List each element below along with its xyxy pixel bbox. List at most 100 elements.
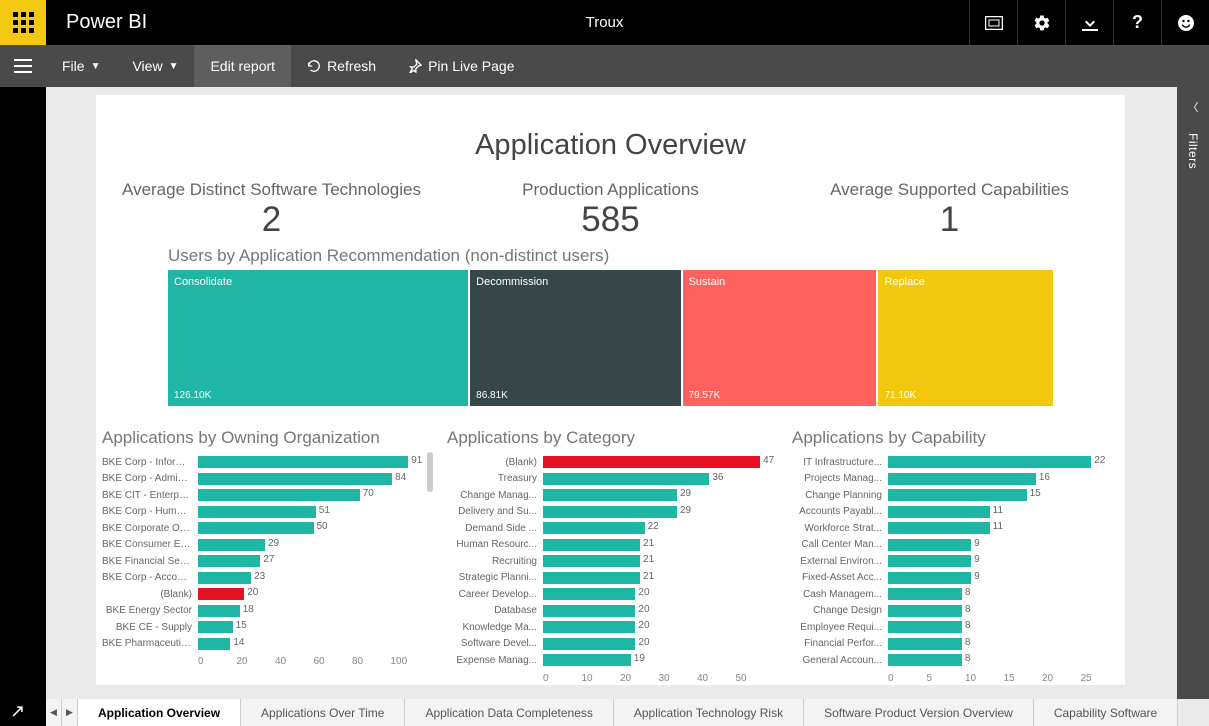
tab-scroll-left[interactable]: ◀ [46, 699, 62, 726]
waffle-icon [13, 12, 34, 33]
bar-category: Change Planning [792, 490, 888, 501]
bar-value: 8 [965, 604, 971, 615]
bar-row[interactable]: BKE Pharmaceuticals14 [102, 636, 429, 653]
view-menu[interactable]: View▼ [116, 45, 194, 87]
bar-row[interactable]: BKE Corporate Ope...50 [102, 520, 429, 537]
report-toolbar: File▼ View▼ Edit report Refresh Pin Live… [0, 45, 1209, 87]
treemap-cell[interactable]: Consolidate126.10K [168, 270, 468, 406]
bar-value: 27 [263, 554, 274, 565]
bar-row[interactable]: Demand Side ...22 [447, 520, 774, 537]
expand-nav-icon[interactable]: ↗ [10, 701, 25, 722]
bar-row[interactable]: Financial Perfor...8 [792, 636, 1119, 653]
refresh-button[interactable]: Refresh [291, 45, 392, 87]
kpi-card[interactable]: Average Supported Capabilities1 [780, 180, 1119, 240]
settings-icon[interactable] [1017, 0, 1065, 45]
bar-category: BKE Pharmaceuticals [102, 638, 198, 649]
bar-row[interactable]: BKE Corp - Account...23 [102, 570, 429, 587]
bar-row[interactable]: (Blank)20 [102, 586, 429, 603]
page-tab[interactable]: Application Overview [78, 699, 241, 726]
bar-row[interactable]: Change Planning 15 [792, 487, 1119, 504]
treemap-cell[interactable]: Sustain79.57K [683, 270, 877, 406]
pin-label: Pin Live Page [428, 58, 514, 74]
bar-chart[interactable]: Applications by Owning OrganizationBKE C… [102, 428, 429, 684]
bar-row[interactable]: Software Devel...20 [447, 636, 774, 653]
tab-scroll-right[interactable]: ▶ [62, 699, 78, 726]
bar-value: 9 [974, 538, 980, 549]
bar-category: Financial Perfor... [792, 638, 888, 649]
bar-category: BKE Consumer Elec... [102, 539, 198, 550]
chart-scrollbar[interactable] [427, 452, 433, 492]
kpi-label: Production Applications [441, 180, 780, 200]
bar-row[interactable]: Accounts Payabl...11 [792, 504, 1119, 521]
bar-category: Expense Manag... [447, 655, 543, 666]
download-icon[interactable] [1065, 0, 1113, 45]
bar-value: 19 [634, 653, 645, 664]
bar-row[interactable]: Career Develop...20 [447, 586, 774, 603]
bar-value: 23 [254, 571, 265, 582]
page-tab[interactable]: Application Data Completeness [405, 699, 613, 726]
kpi-value: 1 [780, 200, 1119, 240]
page-tab[interactable]: Application Technology Risk [614, 699, 804, 726]
pin-live-button[interactable]: Pin Live Page [392, 45, 530, 87]
edit-report-button[interactable]: Edit report [194, 45, 291, 87]
kpi-card[interactable]: Production Applications585 [441, 180, 780, 240]
bar-row[interactable]: (Blank)47 [447, 454, 774, 471]
bar-row[interactable]: Projects Manag...16 [792, 471, 1119, 488]
bar-row[interactable]: Strategic Planni...21 [447, 570, 774, 587]
kpi-label: Average Distinct Software Technologies [102, 180, 441, 200]
bar-row[interactable]: Call Center Man... 9 [792, 537, 1119, 554]
bar-row[interactable]: Human Resourc...21 [447, 537, 774, 554]
chart-x-axis: 0510152025 [792, 673, 1119, 684]
bar-row[interactable]: Employee Requi...8 [792, 619, 1119, 636]
bar-value: 21 [643, 571, 654, 582]
bar-row[interactable]: Database20 [447, 603, 774, 620]
bar-row[interactable]: BKE Energy Sector18 [102, 603, 429, 620]
kpi-card[interactable]: Average Distinct Software Technologies2 [102, 180, 441, 240]
page-tab[interactable]: Applications Over Time [241, 699, 405, 726]
nav-toggle-button[interactable] [0, 45, 46, 87]
treemap-visual[interactable]: Users by Application Recommendation (non… [96, 240, 1125, 406]
bar-row[interactable]: BKE Financial Servic...27 [102, 553, 429, 570]
bar-chart[interactable]: Applications by CapabilityIT Infrastruct… [792, 428, 1119, 684]
bar-row[interactable]: BKE CE - Supply15 [102, 619, 429, 636]
bar-row[interactable]: BKE Corp - Human ...51 [102, 504, 429, 521]
bar-row[interactable]: IT Infrastructure...22 [792, 454, 1119, 471]
bar-category: Call Center Man... [792, 539, 888, 550]
bar-category: Career Develop... [447, 589, 543, 600]
bar-value: 84 [395, 472, 406, 483]
bar-row[interactable]: Change Design8 [792, 603, 1119, 620]
bar-row[interactable]: BKE Corp - Adminis...84 [102, 471, 429, 488]
bar-row[interactable]: General Accoun...8 [792, 652, 1119, 669]
bar-category: (Blank) [447, 457, 543, 468]
app-launcher-button[interactable] [0, 0, 46, 45]
report-canvas[interactable]: Application Overview Average Distinct So… [96, 95, 1125, 685]
page-tab[interactable]: Capability Software [1034, 699, 1178, 726]
filters-pane-collapsed[interactable]: 〈 Filters [1177, 87, 1209, 699]
fullscreen-icon[interactable] [969, 0, 1017, 45]
bar-row[interactable]: Change Manag...29 [447, 487, 774, 504]
bar-row[interactable]: Delivery and Su...29 [447, 504, 774, 521]
bar-row[interactable]: Workforce Strat...11 [792, 520, 1119, 537]
bar-value: 15 [1030, 488, 1041, 499]
bar-row[interactable]: Recruiting21 [447, 553, 774, 570]
bar-row[interactable]: Cash Managem...8 [792, 586, 1119, 603]
bar-category: Cash Managem... [792, 589, 888, 600]
treemap-cell[interactable]: Decommission86.81K [470, 270, 680, 406]
bar-row[interactable]: BKE CIT - Enterprise...70 [102, 487, 429, 504]
bar-row[interactable]: Treasury36 [447, 471, 774, 488]
bar-row[interactable]: Fixed-Asset Acc...9 [792, 570, 1119, 587]
file-menu[interactable]: File▼ [46, 45, 116, 87]
bar-row[interactable]: External Environ...9 [792, 553, 1119, 570]
bar-chart[interactable]: Applications by Category(Blank)47Treasur… [447, 428, 774, 684]
page-tab[interactable]: Software Product Version Overview [804, 699, 1034, 726]
bar-row[interactable]: BKE Consumer Elec...29 [102, 537, 429, 554]
bar-row[interactable]: Knowledge Ma...20 [447, 619, 774, 636]
feedback-icon[interactable] [1161, 0, 1209, 45]
bar-row[interactable]: BKE Corp - Informa...91 [102, 454, 429, 471]
report-stage: Application Overview Average Distinct So… [46, 87, 1177, 699]
bar-row[interactable]: Expense Manag... 19 [447, 652, 774, 669]
help-icon[interactable]: ? [1113, 0, 1161, 45]
bar-category: BKE CE - Supply [102, 622, 198, 633]
treemap-cell[interactable]: Replace71.10K [878, 270, 1053, 406]
chevron-left-icon: 〈 [1188, 99, 1199, 115]
